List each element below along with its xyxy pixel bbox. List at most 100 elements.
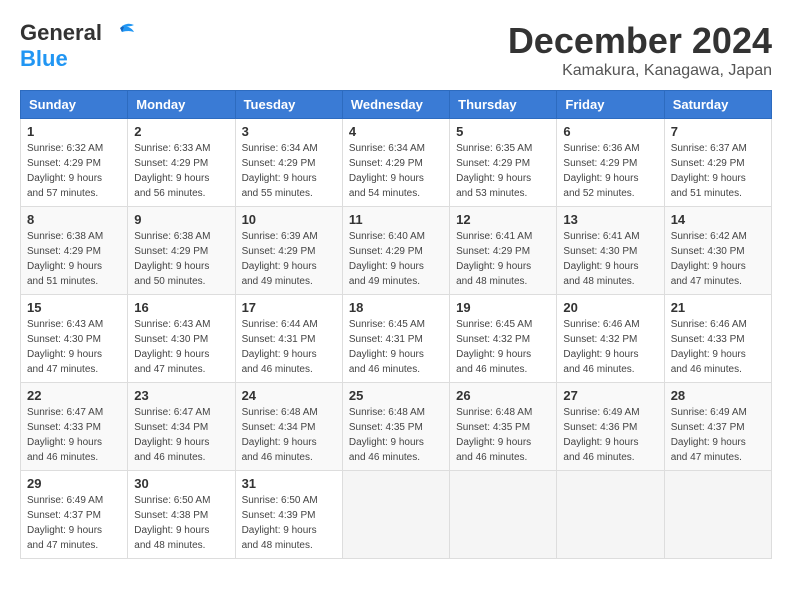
calendar-cell: 22 Sunrise: 6:47 AMSunset: 4:33 PMDaylig…: [21, 383, 128, 471]
calendar-cell: 19 Sunrise: 6:45 AMSunset: 4:32 PMDaylig…: [450, 295, 557, 383]
day-number: 14: [671, 212, 765, 227]
calendar-cell: 25 Sunrise: 6:48 AMSunset: 4:35 PMDaylig…: [342, 383, 449, 471]
day-number: 17: [242, 300, 336, 315]
calendar-cell: 7 Sunrise: 6:37 AMSunset: 4:29 PMDayligh…: [664, 119, 771, 207]
day-info: Sunrise: 6:48 AMSunset: 4:35 PMDaylight:…: [349, 407, 425, 463]
calendar-cell: 8 Sunrise: 6:38 AMSunset: 4:29 PMDayligh…: [21, 207, 128, 295]
day-number: 25: [349, 388, 443, 403]
calendar-cell: 11 Sunrise: 6:40 AMSunset: 4:29 PMDaylig…: [342, 207, 449, 295]
day-number: 7: [671, 124, 765, 139]
calendar-cell: 27 Sunrise: 6:49 AMSunset: 4:36 PMDaylig…: [557, 383, 664, 471]
weekday-header-tuesday: Tuesday: [235, 91, 342, 119]
day-number: 9: [134, 212, 228, 227]
day-info: Sunrise: 6:44 AMSunset: 4:31 PMDaylight:…: [242, 319, 318, 375]
day-info: Sunrise: 6:34 AMSunset: 4:29 PMDaylight:…: [242, 143, 318, 199]
calendar-cell: 5 Sunrise: 6:35 AMSunset: 4:29 PMDayligh…: [450, 119, 557, 207]
day-info: Sunrise: 6:41 AMSunset: 4:29 PMDaylight:…: [456, 231, 532, 287]
day-info: Sunrise: 6:41 AMSunset: 4:30 PMDaylight:…: [563, 231, 639, 287]
day-info: Sunrise: 6:45 AMSunset: 4:32 PMDaylight:…: [456, 319, 532, 375]
day-info: Sunrise: 6:35 AMSunset: 4:29 PMDaylight:…: [456, 143, 532, 199]
day-number: 31: [242, 476, 336, 491]
calendar-cell: 12 Sunrise: 6:41 AMSunset: 4:29 PMDaylig…: [450, 207, 557, 295]
day-info: Sunrise: 6:45 AMSunset: 4:31 PMDaylight:…: [349, 319, 425, 375]
calendar-table: SundayMondayTuesdayWednesdayThursdayFrid…: [20, 90, 772, 559]
weekday-header-sunday: Sunday: [21, 91, 128, 119]
weekday-header-friday: Friday: [557, 91, 664, 119]
calendar-cell: 1 Sunrise: 6:32 AMSunset: 4:29 PMDayligh…: [21, 119, 128, 207]
calendar-cell: 23 Sunrise: 6:47 AMSunset: 4:34 PMDaylig…: [128, 383, 235, 471]
day-info: Sunrise: 6:49 AMSunset: 4:37 PMDaylight:…: [27, 495, 103, 551]
page-header: General Blue December 2024 Kamakura, Kan…: [20, 20, 772, 80]
weekday-header-saturday: Saturday: [664, 91, 771, 119]
calendar-cell: 4 Sunrise: 6:34 AMSunset: 4:29 PMDayligh…: [342, 119, 449, 207]
day-number: 29: [27, 476, 121, 491]
day-info: Sunrise: 6:38 AMSunset: 4:29 PMDaylight:…: [27, 231, 103, 287]
day-number: 2: [134, 124, 228, 139]
day-number: 21: [671, 300, 765, 315]
day-info: Sunrise: 6:47 AMSunset: 4:33 PMDaylight:…: [27, 407, 103, 463]
week-row-1: 1 Sunrise: 6:32 AMSunset: 4:29 PMDayligh…: [21, 119, 772, 207]
day-number: 5: [456, 124, 550, 139]
logo-text-blue: Blue: [20, 46, 68, 71]
calendar-cell: 26 Sunrise: 6:48 AMSunset: 4:35 PMDaylig…: [450, 383, 557, 471]
day-number: 6: [563, 124, 657, 139]
calendar-cell: 10 Sunrise: 6:39 AMSunset: 4:29 PMDaylig…: [235, 207, 342, 295]
calendar-cell: 14 Sunrise: 6:42 AMSunset: 4:30 PMDaylig…: [664, 207, 771, 295]
day-info: Sunrise: 6:49 AMSunset: 4:36 PMDaylight:…: [563, 407, 639, 463]
logo-bird-icon: [104, 22, 136, 44]
calendar-cell: 16 Sunrise: 6:43 AMSunset: 4:30 PMDaylig…: [128, 295, 235, 383]
weekday-header-wednesday: Wednesday: [342, 91, 449, 119]
day-info: Sunrise: 6:32 AMSunset: 4:29 PMDaylight:…: [27, 143, 103, 199]
day-info: Sunrise: 6:49 AMSunset: 4:37 PMDaylight:…: [671, 407, 747, 463]
day-info: Sunrise: 6:50 AMSunset: 4:39 PMDaylight:…: [242, 495, 318, 551]
calendar-cell: 2 Sunrise: 6:33 AMSunset: 4:29 PMDayligh…: [128, 119, 235, 207]
week-row-5: 29 Sunrise: 6:49 AMSunset: 4:37 PMDaylig…: [21, 471, 772, 559]
logo-text-general: General: [20, 20, 102, 46]
day-info: Sunrise: 6:48 AMSunset: 4:34 PMDaylight:…: [242, 407, 318, 463]
day-info: Sunrise: 6:48 AMSunset: 4:35 PMDaylight:…: [456, 407, 532, 463]
day-info: Sunrise: 6:37 AMSunset: 4:29 PMDaylight:…: [671, 143, 747, 199]
calendar-cell: [450, 471, 557, 559]
day-number: 30: [134, 476, 228, 491]
day-info: Sunrise: 6:43 AMSunset: 4:30 PMDaylight:…: [27, 319, 103, 375]
week-row-3: 15 Sunrise: 6:43 AMSunset: 4:30 PMDaylig…: [21, 295, 772, 383]
day-number: 20: [563, 300, 657, 315]
week-row-2: 8 Sunrise: 6:38 AMSunset: 4:29 PMDayligh…: [21, 207, 772, 295]
calendar-cell: [342, 471, 449, 559]
calendar-cell: 29 Sunrise: 6:49 AMSunset: 4:37 PMDaylig…: [21, 471, 128, 559]
day-number: 11: [349, 212, 443, 227]
day-number: 15: [27, 300, 121, 315]
day-number: 28: [671, 388, 765, 403]
day-info: Sunrise: 6:36 AMSunset: 4:29 PMDaylight:…: [563, 143, 639, 199]
day-number: 23: [134, 388, 228, 403]
calendar-cell: 21 Sunrise: 6:46 AMSunset: 4:33 PMDaylig…: [664, 295, 771, 383]
day-number: 1: [27, 124, 121, 139]
location: Kamakura, Kanagawa, Japan: [508, 62, 772, 80]
calendar-cell: [557, 471, 664, 559]
day-info: Sunrise: 6:38 AMSunset: 4:29 PMDaylight:…: [134, 231, 210, 287]
calendar-cell: 28 Sunrise: 6:49 AMSunset: 4:37 PMDaylig…: [664, 383, 771, 471]
calendar-cell: 20 Sunrise: 6:46 AMSunset: 4:32 PMDaylig…: [557, 295, 664, 383]
day-number: 13: [563, 212, 657, 227]
day-info: Sunrise: 6:39 AMSunset: 4:29 PMDaylight:…: [242, 231, 318, 287]
day-info: Sunrise: 6:40 AMSunset: 4:29 PMDaylight:…: [349, 231, 425, 287]
weekday-header-thursday: Thursday: [450, 91, 557, 119]
calendar-cell: 31 Sunrise: 6:50 AMSunset: 4:39 PMDaylig…: [235, 471, 342, 559]
calendar-cell: 30 Sunrise: 6:50 AMSunset: 4:38 PMDaylig…: [128, 471, 235, 559]
day-info: Sunrise: 6:46 AMSunset: 4:33 PMDaylight:…: [671, 319, 747, 375]
day-info: Sunrise: 6:34 AMSunset: 4:29 PMDaylight:…: [349, 143, 425, 199]
day-info: Sunrise: 6:43 AMSunset: 4:30 PMDaylight:…: [134, 319, 210, 375]
month-title: December 2024: [508, 20, 772, 62]
calendar-cell: 15 Sunrise: 6:43 AMSunset: 4:30 PMDaylig…: [21, 295, 128, 383]
day-info: Sunrise: 6:50 AMSunset: 4:38 PMDaylight:…: [134, 495, 210, 551]
calendar-cell: 17 Sunrise: 6:44 AMSunset: 4:31 PMDaylig…: [235, 295, 342, 383]
day-number: 27: [563, 388, 657, 403]
calendar-cell: 3 Sunrise: 6:34 AMSunset: 4:29 PMDayligh…: [235, 119, 342, 207]
day-number: 24: [242, 388, 336, 403]
calendar-cell: 13 Sunrise: 6:41 AMSunset: 4:30 PMDaylig…: [557, 207, 664, 295]
day-number: 10: [242, 212, 336, 227]
calendar-cell: 9 Sunrise: 6:38 AMSunset: 4:29 PMDayligh…: [128, 207, 235, 295]
day-number: 4: [349, 124, 443, 139]
logo: General Blue: [20, 20, 136, 72]
calendar-cell: [664, 471, 771, 559]
